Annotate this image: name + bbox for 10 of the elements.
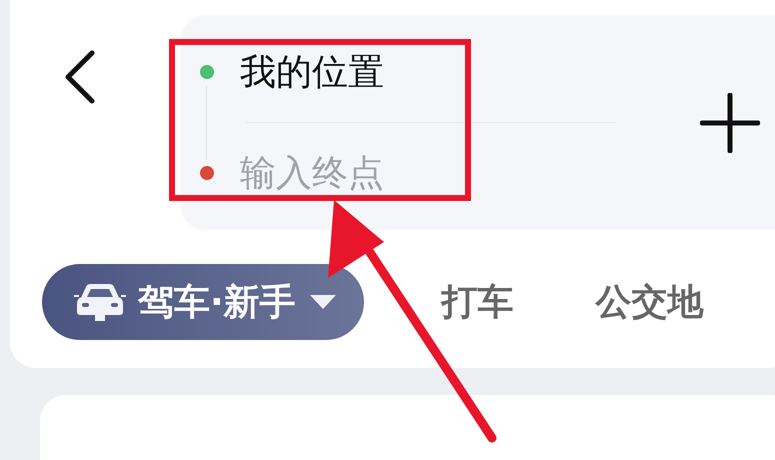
mode-tab[interactable]: 公交地 xyxy=(596,278,704,326)
origin-dot xyxy=(200,65,214,79)
mode-tab[interactable]: 打车 xyxy=(442,278,514,326)
mode-tab[interactable]: 驾车·新手 xyxy=(42,264,364,340)
plus-icon[interactable] xyxy=(700,92,760,152)
origin-label[interactable]: 我的位置 xyxy=(240,48,384,96)
caret-icon xyxy=(308,293,338,311)
destination-dot xyxy=(200,166,214,180)
car-icon xyxy=(72,282,128,322)
destination-field[interactable]: 输入终点 xyxy=(240,152,500,194)
